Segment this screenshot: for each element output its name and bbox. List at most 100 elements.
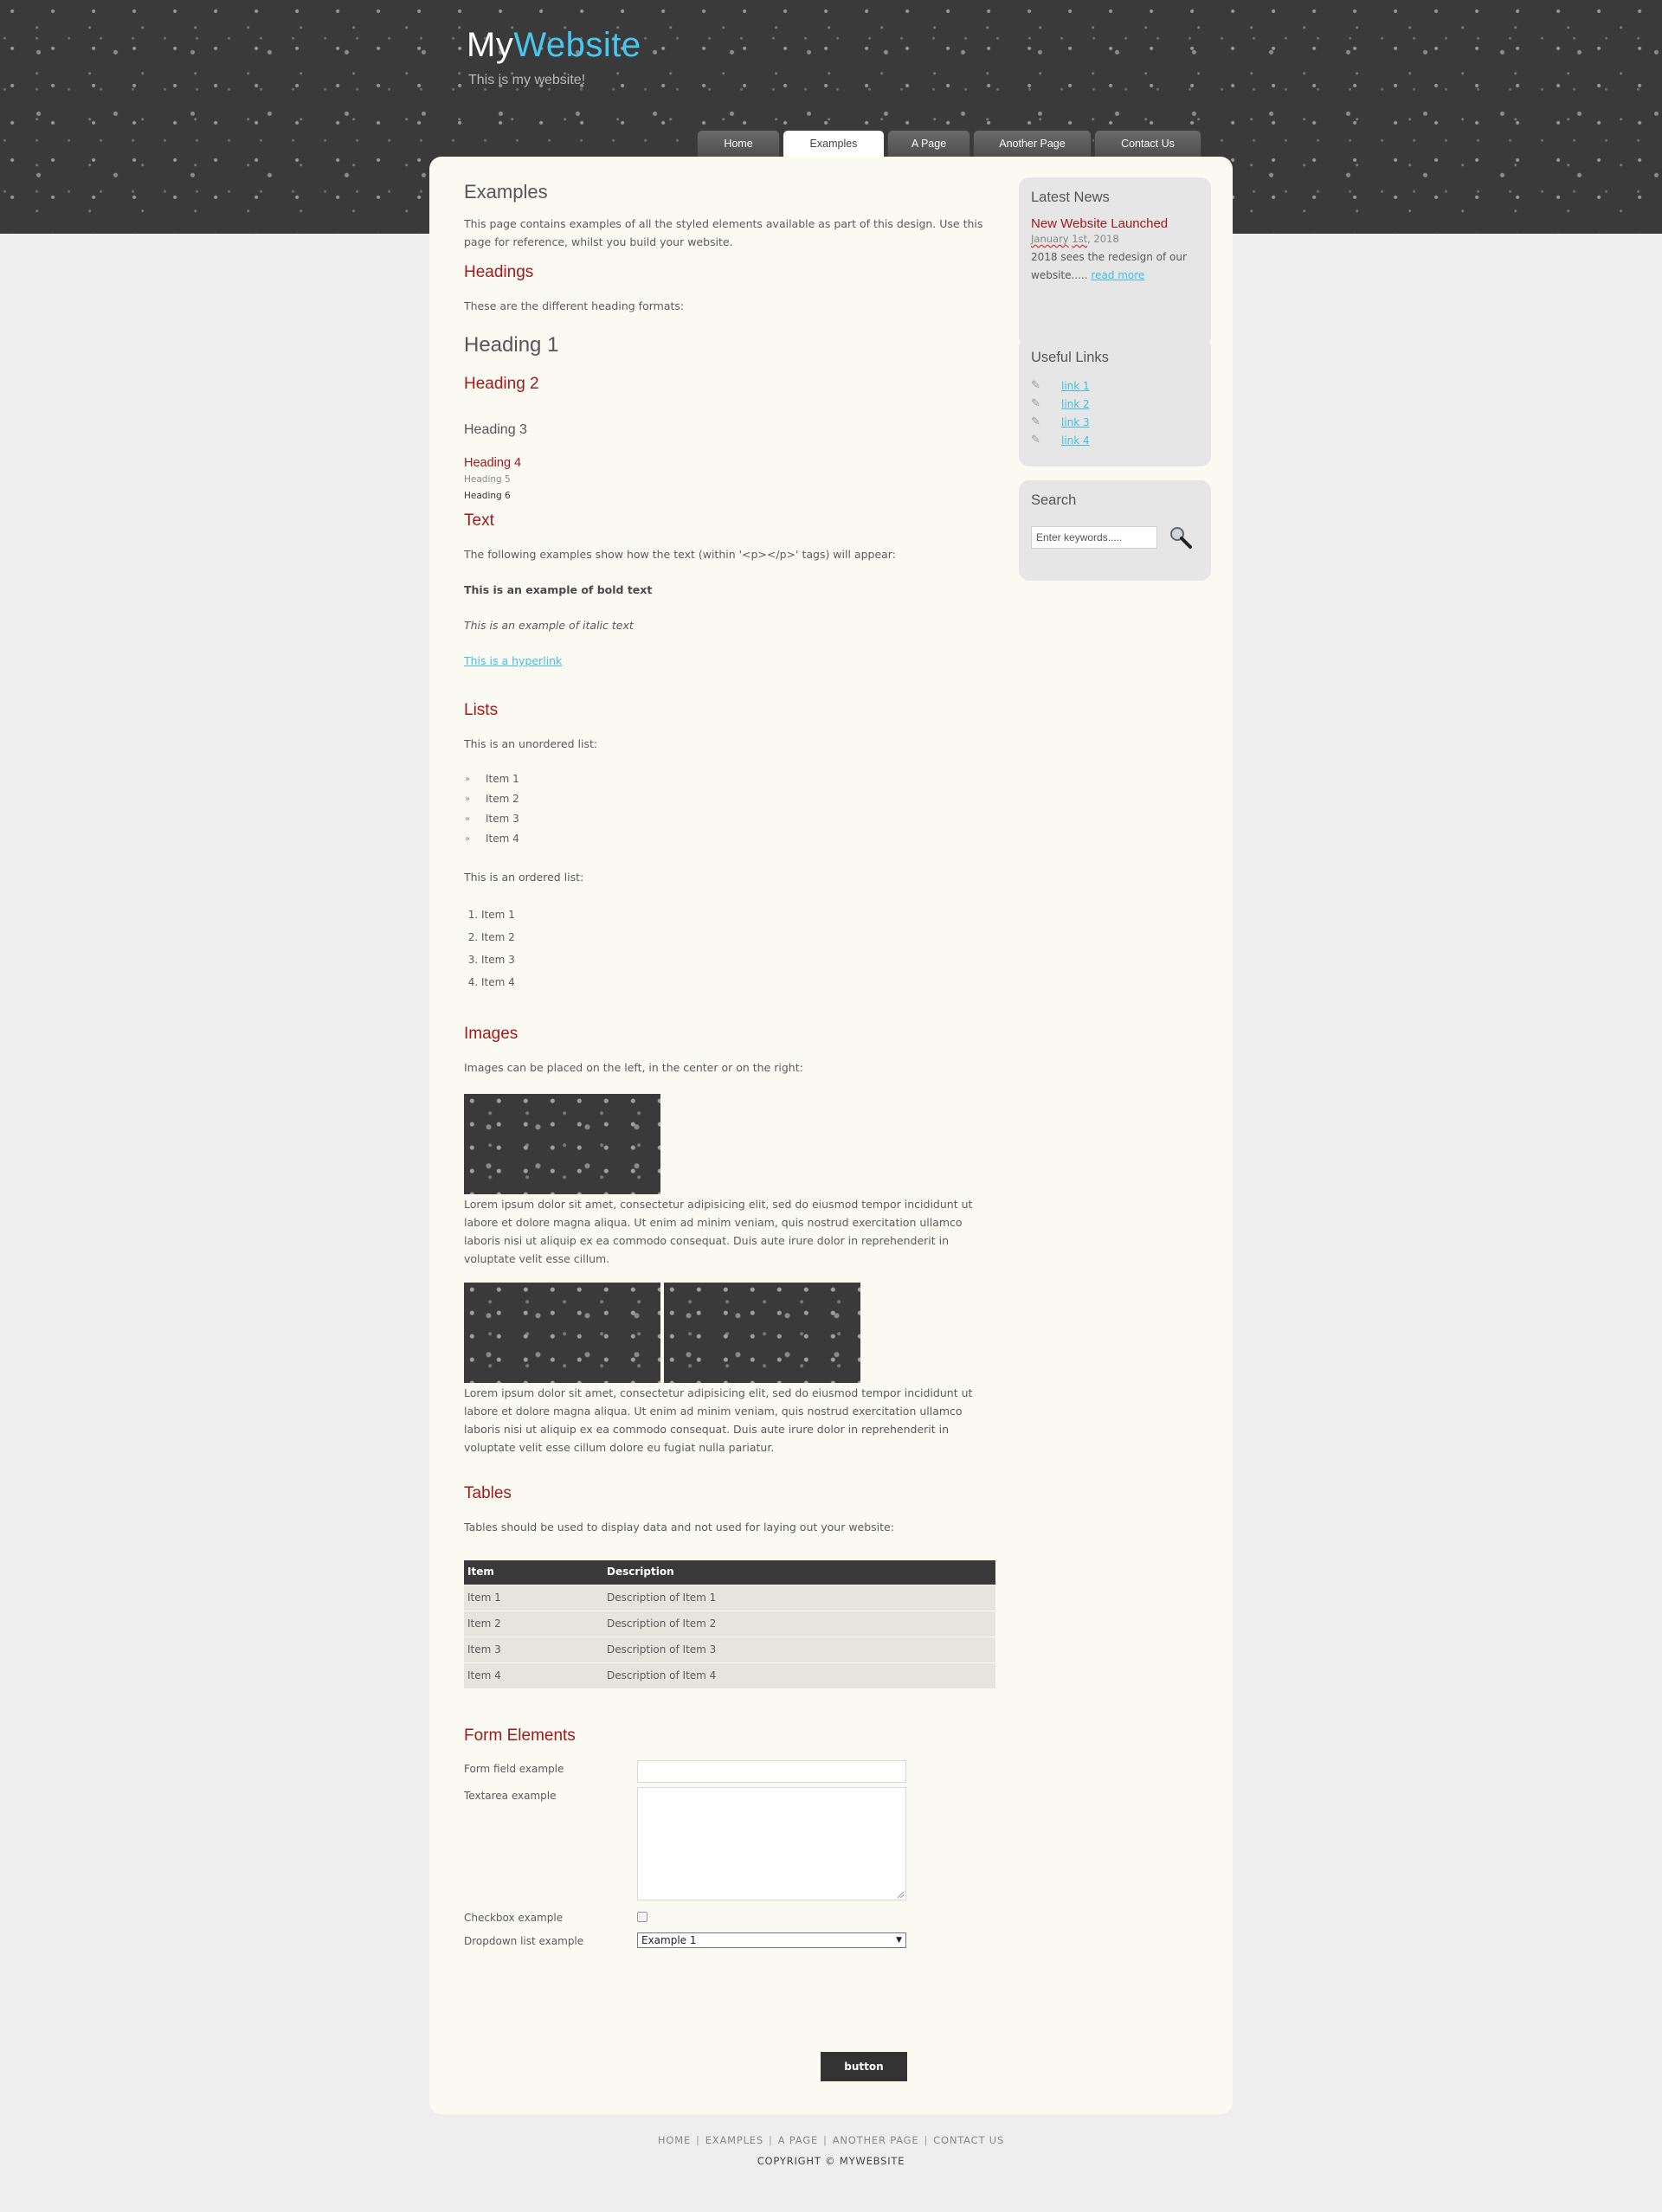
useful-link-item: ✎ link 4 [1031, 431, 1199, 449]
headings-section-title: Headings [464, 263, 534, 281]
tables-description: Tables should be used to display data an… [464, 1521, 894, 1534]
latest-news-box: Latest News New Website Launched January… [1019, 177, 1211, 347]
nav-tab-examples[interactable]: Examples [783, 130, 885, 157]
list-item: Item 1 [481, 903, 995, 926]
news-body: 2018 sees the redesign of our website...… [1031, 248, 1199, 285]
content-panel: Examples This page contains examples of … [429, 157, 1233, 2114]
site-slogan: This is my website! [468, 73, 586, 87]
nav-tab-home[interactable]: Home [697, 130, 780, 157]
lorem-paragraph-2: Lorem ipsum dolor sit amet, consectetur … [464, 1386, 973, 1454]
image-row-left [464, 1094, 995, 1195]
heading-5-example: Heading 5 [464, 474, 511, 485]
useful-link-item: ✎ link 3 [1031, 413, 1199, 431]
hyperlink-example[interactable]: This is a hyperlink [464, 654, 562, 667]
example-image [464, 1094, 660, 1194]
useful-links-list: ✎ link 1 ✎ link 2 ✎ link 3 ✎ link 4 [1031, 376, 1199, 449]
footer-link-a-page[interactable]: A PAGE [778, 2134, 818, 2146]
form-row-checkbox: Checkbox example [464, 1909, 995, 1932]
logo-part-my: My [467, 26, 514, 64]
example-image [664, 1283, 860, 1383]
form-dropdown-value: Example 1 [641, 1933, 697, 1946]
table-cell: Description of Item 4 [603, 1662, 995, 1688]
bold-text-example: This is an example of bold text [464, 583, 653, 596]
news-headline[interactable]: New Website Launched [1031, 216, 1199, 231]
chevron-down-icon: ▼ [896, 1935, 902, 1945]
search-row: Enter keywords..... [1031, 524, 1199, 550]
form-text-field[interactable] [637, 1760, 906, 1783]
news-date-year: 2018 [1093, 233, 1119, 245]
site-logo[interactable]: MyWebsite [467, 26, 641, 65]
headings-description: These are the different heading formats: [464, 299, 685, 312]
footer-link-another-page[interactable]: ANOTHER PAGE [833, 2134, 919, 2146]
form-dropdown-label: Dropdown list example [464, 1935, 584, 1947]
heading-4-example: Heading 4 [464, 456, 522, 470]
footer-separator: | [696, 2134, 700, 2146]
footer-nav: HOME | EXAMPLES | A PAGE | ANOTHER PAGE | CONTAC… [0, 2134, 1662, 2146]
unordered-list-description: This is an unordered list: [464, 737, 598, 750]
search-icon[interactable] [1168, 524, 1194, 550]
useful-link[interactable]: link 4 [1061, 434, 1090, 447]
search-box: Search Enter keywords..... [1019, 480, 1211, 581]
form-checkbox[interactable] [637, 1912, 647, 1922]
form-row-dropdown: Dropdown list example Example 1 ▼ [464, 1932, 995, 1953]
table-cell: Description of Item 1 [603, 1584, 995, 1611]
heading-6-example: Heading 6 [464, 491, 511, 501]
table-cell: Description of Item 2 [603, 1610, 995, 1636]
form-row-field: Form field example [464, 1760, 995, 1785]
table-header-item: Item [464, 1560, 603, 1585]
table-cell: Item 3 [464, 1636, 603, 1662]
table-cell: Item 2 [464, 1610, 603, 1636]
heading-1-example: Heading 1 [464, 333, 559, 357]
tables-section-title: Tables [464, 1484, 512, 1502]
form-dropdown[interactable]: Example 1 ▼ [637, 1932, 906, 1948]
nav-tab-contact-us[interactable]: Contact Us [1094, 130, 1201, 157]
list-item: Item 3 [481, 948, 995, 971]
form-checkbox-label: Checkbox example [464, 1912, 564, 1924]
text-section-title: Text [464, 511, 494, 530]
footer-link-examples[interactable]: EXAMPLES [705, 2134, 763, 2146]
footer-separator: | [768, 2134, 773, 2146]
table-header-row: Item Description [464, 1560, 995, 1585]
logo-part-website: Website [513, 26, 641, 64]
list-item: Item 1 [464, 769, 995, 789]
table-cell: Item 4 [464, 1662, 603, 1688]
news-date-day: 1st [1072, 233, 1088, 245]
table-cell: Description of Item 3 [603, 1636, 995, 1662]
footer-link-home[interactable]: HOME [658, 2134, 691, 2146]
nav-tab-another-page[interactable]: Another Page [973, 130, 1092, 157]
main-navigation: Home Examples A Page Another Page Contac… [697, 130, 1201, 157]
form-textarea[interactable] [637, 1787, 906, 1900]
images-section-title: Images [464, 1025, 519, 1043]
useful-link[interactable]: link 1 [1061, 380, 1090, 392]
footer-separator: | [924, 2134, 929, 2146]
data-table: Item Description Item 1 Description of I… [464, 1560, 995, 1688]
ordered-list-description: This is an ordered list: [464, 871, 584, 884]
latest-news-title: Latest News [1031, 190, 1110, 205]
submit-button[interactable]: button [821, 2052, 907, 2081]
lists-section-title: Lists [464, 701, 499, 719]
footer-link-contact-us[interactable]: CONTACT US [933, 2134, 1004, 2146]
useful-link[interactable]: link 3 [1061, 416, 1090, 428]
heading-2-example: Heading 2 [464, 375, 539, 393]
nav-tab-a-page[interactable]: A Page [887, 130, 970, 157]
text-description: The following examples show how the text… [464, 548, 896, 561]
paperclip-icon: ✎ [1031, 397, 1040, 410]
intro-text: This page contains examples of all the s… [464, 217, 983, 248]
footer-separator: | [823, 2134, 828, 2146]
heading-3-example: Heading 3 [464, 422, 527, 437]
images-description: Images can be placed on the left, in the… [464, 1061, 803, 1074]
useful-links-title: Useful Links [1031, 350, 1109, 365]
news-date-month: January [1031, 233, 1069, 245]
table-header-description: Description [603, 1560, 995, 1585]
search-input[interactable]: Enter keywords..... [1031, 526, 1157, 549]
table-row: Item 3 Description of Item 3 [464, 1636, 995, 1662]
useful-link-item: ✎ link 2 [1031, 395, 1199, 413]
list-item: Item 3 [464, 809, 995, 829]
table-row: Item 4 Description of Item 4 [464, 1662, 995, 1688]
image-row-double [464, 1283, 995, 1384]
read-more-link[interactable]: read more [1091, 269, 1144, 281]
list-item: Item 4 [464, 829, 995, 849]
list-item: Item 4 [481, 971, 995, 993]
useful-link[interactable]: link 2 [1061, 398, 1090, 410]
list-item: Item 2 [464, 789, 995, 809]
